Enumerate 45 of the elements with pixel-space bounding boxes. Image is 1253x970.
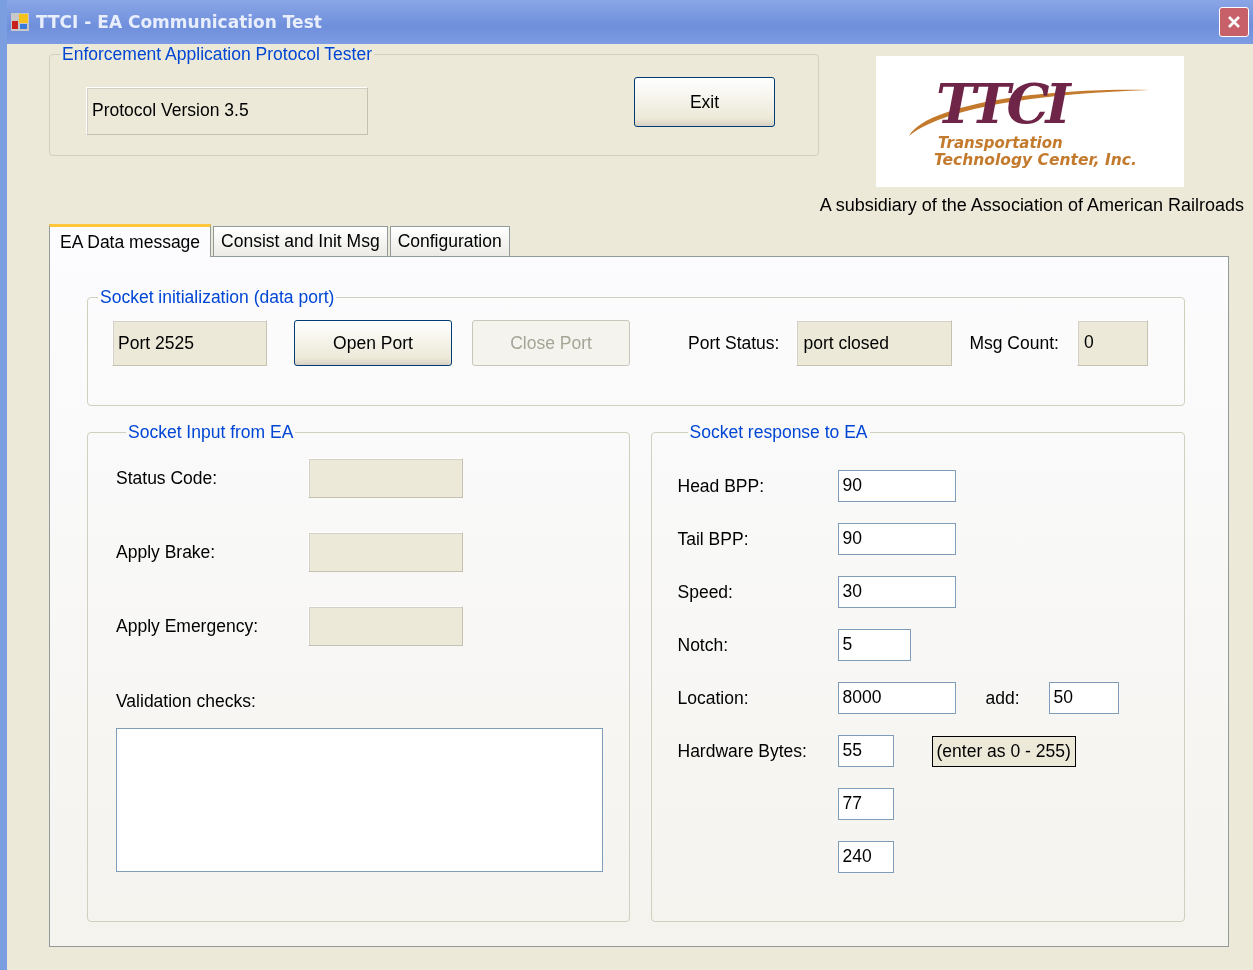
field-label: Notch: <box>677 634 729 656</box>
tab[interactable]: Consist and Init Msg <box>213 226 388 256</box>
group-title: Socket initialization (data port) <box>99 287 336 308</box>
window-title: TTCI - EA Communication Test <box>36 12 323 32</box>
subsidiary-note: A subsidiary of the Association of American Railroads <box>819 195 1244 216</box>
group-title: Enforcement Application Protocol Tester <box>61 44 373 65</box>
input-field[interactable] <box>308 458 463 498</box>
input-field[interactable]: 90 <box>837 523 956 555</box>
field-label: Apply Emergency: <box>116 615 259 637</box>
version-field: Protocol Version 3.5 <box>86 87 368 135</box>
close-button[interactable] <box>1219 7 1249 37</box>
port-status-label: Port Status: <box>688 332 780 354</box>
field-label: Location: <box>677 687 749 709</box>
field-label: add: <box>985 687 1021 709</box>
field-label: Hardware Bytes: <box>677 740 807 762</box>
input-field[interactable]: 77 <box>837 788 894 820</box>
input-field[interactable]: 5 <box>837 629 911 661</box>
input-field[interactable] <box>308 606 463 646</box>
port-button[interactable]: Open Port <box>294 320 452 366</box>
input-field[interactable]: 55 <box>837 735 894 767</box>
app-icon <box>10 12 30 32</box>
field-label: Apply Brake: <box>116 541 217 563</box>
validation-text-area[interactable] <box>116 728 603 872</box>
close-icon <box>1227 15 1241 29</box>
tab[interactable]: Configuration <box>389 226 510 256</box>
input-field[interactable] <box>308 532 463 572</box>
port-field: Port 2525 <box>112 320 267 366</box>
group-title: Socket response to EA <box>688 422 869 443</box>
range-hint: (enter as 0 - 255) <box>931 735 1076 767</box>
port-status-field: port closed <box>796 320 953 366</box>
input-field[interactable]: 8000 <box>837 682 956 714</box>
group-title: Socket Input from EA <box>127 422 295 443</box>
msg-count-field: 0 <box>1076 320 1148 366</box>
input-field[interactable]: 50 <box>1048 682 1119 714</box>
field-label: Status Code: <box>116 467 219 489</box>
input-field[interactable]: 90 <box>837 470 956 502</box>
tab[interactable]: EA Data message <box>49 224 212 257</box>
field-label: Tail BPP: <box>677 528 749 550</box>
field-label: Validation checks: <box>116 691 257 712</box>
input-field[interactable]: 240 <box>837 841 894 873</box>
input-field[interactable]: 30 <box>837 576 956 608</box>
field-label: Speed: <box>677 581 733 603</box>
exit-button[interactable]: Exit <box>634 77 775 127</box>
field-label: Head BPP: <box>677 475 765 497</box>
msg-count-label: Msg Count: <box>969 332 1059 354</box>
